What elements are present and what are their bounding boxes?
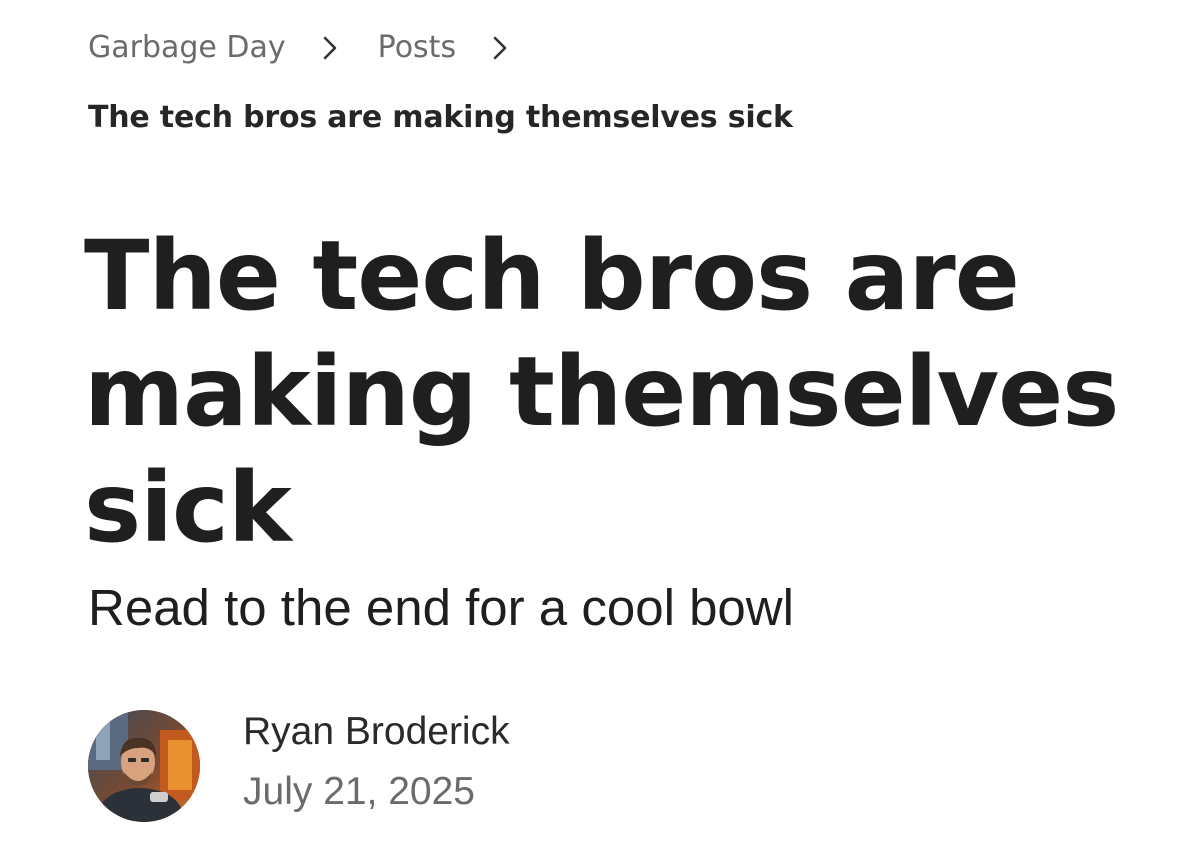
chevron-right-icon	[316, 34, 344, 62]
breadcrumb-link-posts[interactable]: Posts	[378, 30, 456, 65]
article-title: The tech bros are making themselves sick	[84, 220, 1119, 564]
breadcrumb-link-garbage-day[interactable]: Garbage Day	[88, 30, 286, 65]
author-avatar[interactable]	[88, 710, 200, 822]
article-subtitle: Read to the end for a cool bowl	[88, 579, 794, 636]
breadcrumb: Garbage Day Posts	[88, 30, 514, 65]
author-info: Ryan Broderick July 21, 2025	[243, 710, 510, 815]
chevron-right-icon	[486, 34, 514, 62]
author-byline: Ryan Broderick July 21, 2025	[88, 710, 510, 822]
author-name[interactable]: Ryan Broderick	[243, 709, 510, 755]
breadcrumb-current-page: The tech bros are making themselves sick	[88, 100, 793, 135]
post-date: July 21, 2025	[243, 770, 476, 813]
